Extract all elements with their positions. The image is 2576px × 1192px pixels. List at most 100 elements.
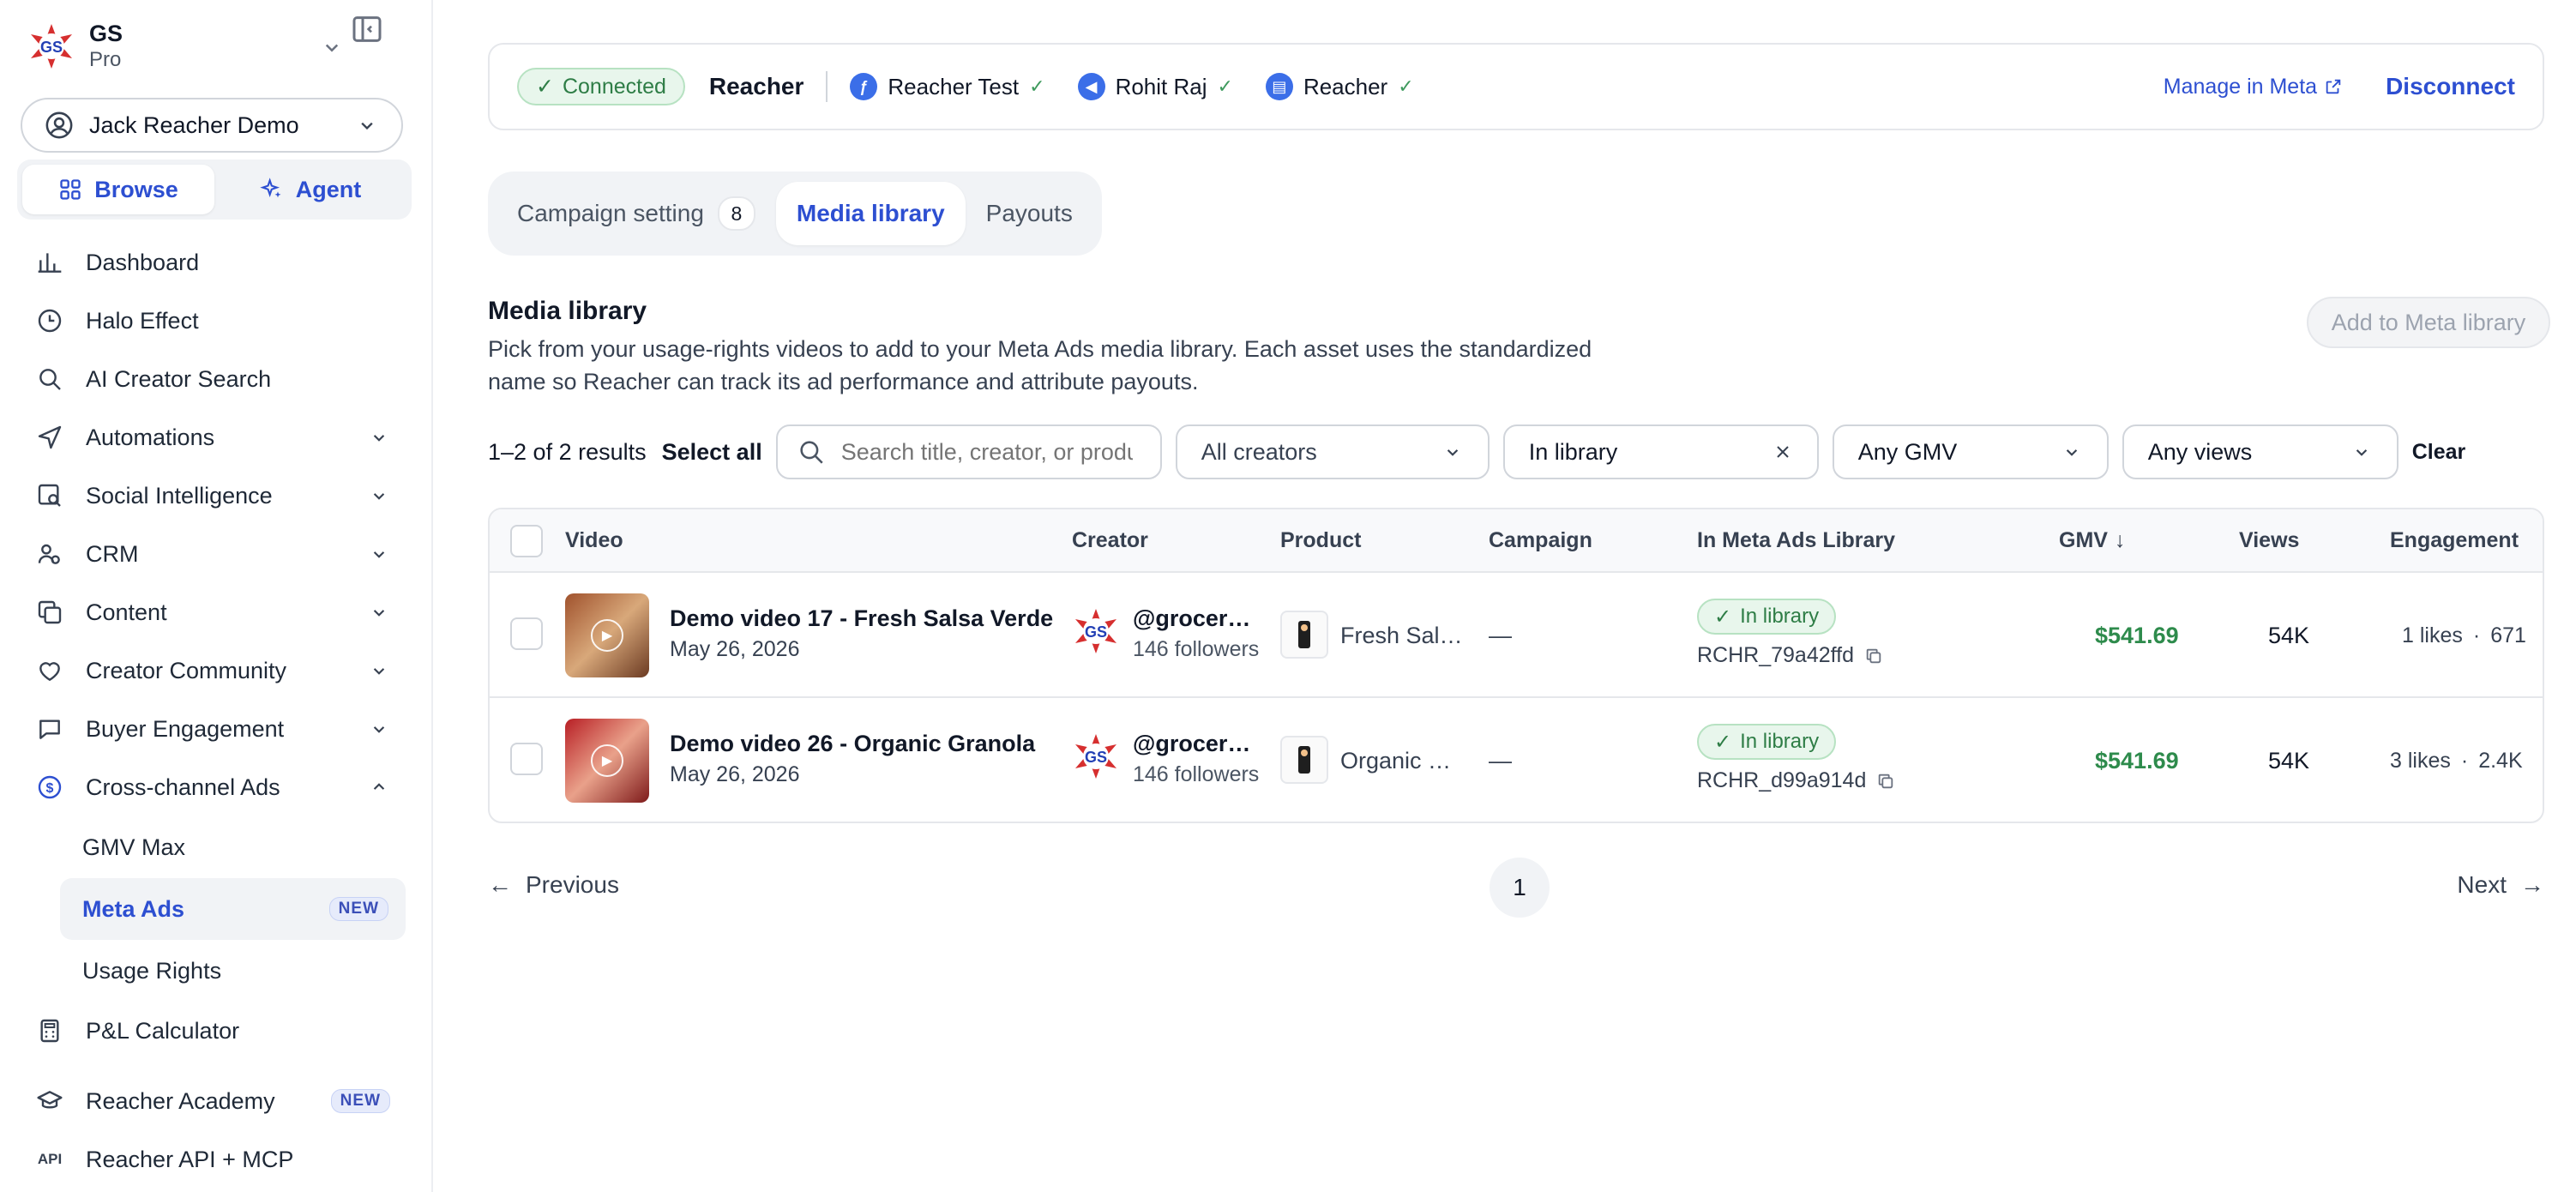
account-chip-label: Rohit Raj bbox=[1115, 73, 1207, 99]
product-name: Fresh Salsa Verde bbox=[1340, 622, 1469, 648]
sidebar-item-creator-community[interactable]: Creator Community bbox=[0, 641, 433, 700]
svg-text:$: $ bbox=[46, 781, 54, 796]
tab-media-library[interactable]: Media library bbox=[775, 182, 966, 245]
external-link-icon bbox=[2326, 79, 2341, 94]
sidebar-item-content[interactable]: Content bbox=[0, 583, 433, 641]
sidebar-item-reacher-api[interactable]: API Reacher API + MCP bbox=[0, 1130, 433, 1189]
chevron-down-icon[interactable] bbox=[319, 34, 345, 60]
main-content: ✓ Connected Reacher ƒ Reacher Test ✓ ◀ R… bbox=[433, 0, 2576, 1192]
product-name: Organic Granola bbox=[1340, 747, 1469, 774]
sidebar: GS GS Pro Jack Reacher Demo Browse Agent bbox=[0, 0, 433, 1192]
search-field[interactable] bbox=[775, 424, 1162, 479]
product-name-cell: Fresh Salsa Verde bbox=[1340, 573, 1469, 698]
sidebar-item-pl-calculator[interactable]: P&L Calculator bbox=[0, 1002, 433, 1060]
search-input[interactable] bbox=[840, 438, 1133, 466]
column-header-video[interactable]: Video bbox=[565, 509, 623, 571]
product-thumbnail bbox=[1280, 611, 1328, 659]
column-header-views[interactable]: Views bbox=[2239, 509, 2299, 571]
sidebar-subitem-meta-ads[interactable]: Meta Ads NEW bbox=[60, 878, 406, 940]
browse-mode-button[interactable]: Browse bbox=[22, 165, 214, 214]
heart-hands-icon bbox=[34, 655, 65, 686]
creator-avatar: GS bbox=[1072, 607, 1120, 655]
ads-icon: ◀ bbox=[1077, 73, 1105, 100]
page-number-button[interactable]: 1 bbox=[1490, 858, 1550, 918]
tab-label: Payouts bbox=[985, 200, 1073, 226]
check-icon: ✓ bbox=[1714, 605, 1732, 629]
engagement-cell: 3 likes · 2.4K bbox=[2390, 698, 2523, 822]
views-filter-dropdown[interactable]: Any views bbox=[2122, 424, 2398, 479]
account-chip-label: Reacher bbox=[1303, 73, 1388, 99]
close-icon[interactable] bbox=[1773, 442, 1793, 462]
table-header: Video Creator Product Campaign In Meta A… bbox=[490, 509, 2543, 573]
sidebar-item-reacher-academy[interactable]: Reacher Academy NEW bbox=[0, 1072, 433, 1130]
likes-value: 1 likes bbox=[2402, 623, 2463, 647]
sort-desc-icon: ↓ bbox=[2114, 527, 2126, 552]
pagination: ← Previous 1 Next → bbox=[488, 858, 2544, 918]
sidebar-item-ai-creator-search[interactable]: AI Creator Search bbox=[0, 350, 433, 408]
add-to-meta-library-button[interactable]: Add to Meta library bbox=[2307, 297, 2550, 348]
sidebar-subitem-gmv-max[interactable]: GMV Max bbox=[0, 816, 433, 878]
check-icon: ✓ bbox=[1398, 75, 1414, 97]
next-page-button[interactable]: Next → bbox=[2457, 871, 2544, 899]
sidebar-collapse-icon[interactable] bbox=[350, 12, 384, 46]
sidebar-item-label: CRM bbox=[86, 540, 139, 567]
sidebar-item-automations[interactable]: Automations bbox=[0, 408, 433, 467]
column-header-product[interactable]: Product bbox=[1280, 509, 1361, 571]
tab-campaign-setting[interactable]: Campaign setting 8 bbox=[497, 182, 776, 245]
check-icon: ✓ bbox=[1029, 75, 1045, 97]
table-row[interactable]: ▶ Demo video 17 - Fresh Salsa Verde May … bbox=[490, 573, 2543, 698]
copy-icon[interactable] bbox=[1864, 647, 1883, 665]
column-header-engagement[interactable]: Engagement bbox=[2390, 509, 2519, 571]
column-header-creator[interactable]: Creator bbox=[1072, 509, 1148, 571]
agent-mode-button[interactable]: Agent bbox=[214, 165, 406, 214]
creator-info: @grocerystore 146 followers bbox=[1133, 731, 1261, 787]
manage-in-meta-link[interactable]: Manage in Meta bbox=[2164, 75, 2343, 99]
sidebar-item-label: P&L Calculator bbox=[86, 1017, 240, 1044]
manage-in-meta-label: Manage in Meta bbox=[2163, 74, 2318, 99]
org-plan: Pro bbox=[89, 48, 122, 71]
meta-library-cell: ✓ In library RCHR_d99a914d bbox=[1697, 724, 1895, 793]
account-selector[interactable]: Jack Reacher Demo bbox=[21, 98, 403, 153]
sidebar-item-dashboard[interactable]: Dashboard bbox=[0, 233, 433, 292]
row-checkbox[interactable] bbox=[510, 743, 543, 775]
video-info: Demo video 17 - Fresh Salsa Verde May 26… bbox=[670, 605, 1056, 662]
row-checkbox[interactable] bbox=[510, 617, 543, 650]
people-icon bbox=[34, 539, 65, 569]
copy-icon[interactable] bbox=[1876, 772, 1895, 791]
engagement-separator: · bbox=[2460, 748, 2469, 773]
library-filter-dropdown[interactable]: In library bbox=[1502, 424, 1819, 479]
creator-followers: 146 followers bbox=[1133, 637, 1260, 661]
sidebar-item-buyer-engagement[interactable]: Buyer Engagement bbox=[0, 700, 433, 758]
svg-text:GS: GS bbox=[40, 39, 63, 56]
video-thumbnail[interactable]: ▶ bbox=[565, 719, 649, 803]
tab-payouts[interactable]: Payouts bbox=[966, 182, 1093, 245]
video-title[interactable]: Demo video 26 - Organic Granola bbox=[670, 731, 1056, 757]
table-row[interactable]: ▶ Demo video 26 - Organic Granola May 26… bbox=[490, 698, 2543, 822]
agent-label: Agent bbox=[295, 176, 362, 202]
creator-filter-dropdown[interactable]: All creators bbox=[1175, 424, 1490, 479]
sidebar-item-halo-effect[interactable]: Halo Effect bbox=[0, 292, 433, 350]
disconnect-button[interactable]: Disconnect bbox=[2386, 73, 2515, 100]
gmv-filter-dropdown[interactable]: Any GMV bbox=[1832, 424, 2109, 479]
video-title[interactable]: Demo video 17 - Fresh Salsa Verde bbox=[670, 605, 1056, 632]
column-header-meta-library[interactable]: In Meta Ads Library bbox=[1697, 509, 1895, 571]
previous-page-button[interactable]: ← Previous bbox=[488, 871, 619, 899]
select-all-button[interactable]: Select all bbox=[662, 439, 762, 466]
copy-icon bbox=[34, 597, 65, 628]
org-switcher[interactable]: GS GS Pro bbox=[27, 17, 405, 75]
column-header-campaign[interactable]: Campaign bbox=[1489, 509, 1592, 571]
sidebar-item-crm[interactable]: CRM bbox=[0, 525, 433, 583]
sidebar-item-label: Reacher API + MCP bbox=[86, 1146, 294, 1172]
sidebar-item-social-intelligence[interactable]: Social Intelligence bbox=[0, 467, 433, 525]
clear-filters-button[interactable]: Clear bbox=[2412, 440, 2466, 465]
creator-handle[interactable]: @grocerystore bbox=[1133, 731, 1261, 757]
creator-handle[interactable]: @grocerystore bbox=[1133, 605, 1261, 632]
column-header-gmv[interactable]: GMV ↓ bbox=[2059, 509, 2125, 571]
sidebar-item-cross-channel-ads[interactable]: $ Cross-channel Ads bbox=[0, 758, 433, 816]
results-count: 1–2 of 2 results bbox=[488, 438, 647, 465]
select-all-checkbox[interactable] bbox=[510, 525, 543, 557]
sidebar-subitem-usage-rights[interactable]: Usage Rights bbox=[0, 940, 433, 1002]
video-thumbnail[interactable]: ▶ bbox=[565, 593, 649, 677]
campaign-cell: — bbox=[1489, 747, 1512, 774]
